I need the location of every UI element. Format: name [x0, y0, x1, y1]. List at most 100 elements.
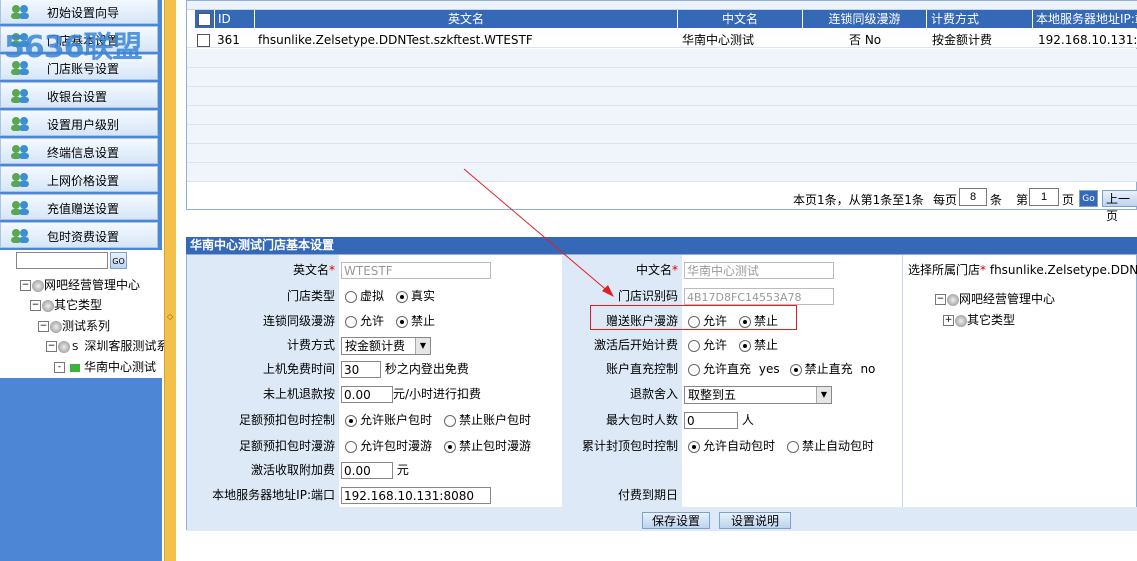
radio-allow-prepaid[interactable]: [345, 414, 357, 427]
globe-icon: [955, 314, 967, 327]
radio-forbid-direct[interactable]: [789, 363, 802, 376]
radio-allow-cap[interactable]: [688, 440, 700, 453]
row-checkbox[interactable]: [197, 34, 210, 47]
per-page-input[interactable]: [959, 188, 987, 206]
cell-roam: 否 No: [849, 33, 882, 47]
prev-page-button[interactable]: 上一页: [1102, 190, 1137, 223]
cell-chinese: 华南中心测试: [682, 33, 755, 47]
chinese-name-input[interactable]: 华南中心测试: [684, 262, 834, 279]
page-go-button[interactable]: Go: [1079, 190, 1098, 207]
tree-node-selected[interactable]: - 华南中心测试: [54, 358, 156, 375]
tree-node[interactable]: − 测试系列: [38, 317, 110, 334]
radio-virtual[interactable]: [345, 290, 357, 303]
form-title: 华南中心测试门店基本设置: [186, 237, 1137, 254]
collapse-icon[interactable]: −: [935, 294, 946, 305]
col-header-id[interactable]: ID: [215, 10, 255, 28]
select-all-header[interactable]: [195, 10, 215, 28]
sidebar-item-user-level[interactable]: 设置用户级别: [0, 110, 158, 136]
radio-forbid-prepaid[interactable]: [444, 414, 457, 427]
prepaid-roam-radio[interactable]: 允许包时漫游 禁止包时漫游: [341, 434, 532, 458]
col-header-chinese[interactable]: 中文名: [678, 10, 803, 28]
help-button[interactable]: 设置说明: [719, 512, 791, 529]
store-code-input[interactable]: 4B17D8FC14553A78: [684, 288, 834, 305]
radio-allow[interactable]: [688, 339, 700, 352]
rounding-select[interactable]: 取整到五 ▼: [684, 385, 832, 404]
store-tree: GO − 网吧经营管理中心 − 其它类型 − 测试系列 − S 深圳客服测试系 - 华南中心…: [0, 250, 168, 378]
surcharge-input[interactable]: 0.00: [341, 462, 393, 479]
refund-suffix: 元/小时进行扣费: [393, 387, 482, 401]
billing-select[interactable]: 按金额计费 ▼: [341, 336, 431, 355]
radio-forbid-cap[interactable]: [787, 440, 800, 453]
globe-icon: [58, 340, 70, 353]
empty-row: [187, 68, 1137, 87]
prepaid-roam-label: 足额预扣包时漫游: [187, 434, 339, 458]
store-type-radio[interactable]: 虚拟 真实: [341, 284, 436, 308]
sidebar-item-recharge-gift[interactable]: 充值赠送设置: [0, 194, 158, 220]
free-time-input[interactable]: 30: [341, 361, 381, 378]
radio-allow-direct[interactable]: [688, 363, 700, 376]
roam-radio[interactable]: 允许 禁止: [341, 309, 436, 333]
activate-radio[interactable]: 允许 禁止: [684, 333, 779, 357]
pager-summary: 本页1条，从第1条至1条: [793, 193, 924, 207]
collapse-icon[interactable]: −: [30, 300, 41, 311]
server-input[interactable]: 192.168.10.131:8080: [341, 487, 491, 504]
dropdown-arrow-icon[interactable]: ▼: [816, 386, 831, 403]
prepaid-ctrl-radio[interactable]: 允许账户包时 禁止账户包时: [341, 408, 532, 432]
row-checkbox-cell[interactable]: [197, 31, 210, 49]
store-select-value: fhsunlike.Zelsetype.DDNTest.: [989, 263, 1137, 277]
dropdown-arrow-icon[interactable]: ▼: [415, 337, 430, 354]
roam-label: 连锁同级漫游: [187, 309, 339, 333]
billing-label: 计费方式: [187, 333, 339, 357]
tree-node[interactable]: − 其它类型: [30, 296, 102, 313]
cap-ctrl-radio[interactable]: 允许自动包时 禁止自动包时: [684, 434, 875, 458]
direct-charge-radio[interactable]: 允许直充 yes 禁止直充 no: [684, 357, 876, 381]
annotation-highlight-box: [590, 305, 797, 330]
store-tree-node[interactable]: + 其它类型: [943, 311, 1015, 328]
select-all-checkbox[interactable]: [198, 13, 211, 26]
splitter-gap: [176, 0, 184, 561]
sidebar-item-cashier[interactable]: 收银台设置: [0, 82, 158, 108]
server-label: 本地服务器地址IP:端口: [187, 483, 339, 507]
empty-row: [187, 163, 1137, 182]
collapse-icon[interactable]: -: [54, 362, 65, 373]
refund-input[interactable]: 0.00: [341, 386, 393, 403]
tree-node[interactable]: − S 深圳客服测试系: [46, 337, 168, 354]
store-icon: [70, 363, 80, 372]
radio-allow-prepaid-roam[interactable]: [345, 440, 357, 453]
max-people-input[interactable]: 0: [684, 412, 738, 429]
globe-icon: [50, 320, 62, 333]
collapse-icon[interactable]: −: [38, 321, 49, 332]
column-divider: [902, 255, 903, 507]
prepaid-ctrl-label: 足额预扣包时控制: [187, 408, 339, 432]
expand-icon[interactable]: +: [943, 315, 954, 326]
sidebar-item-label: 包时资费设置: [47, 230, 120, 244]
pager-unit: 条: [990, 193, 1003, 207]
col-header-billing[interactable]: 计费方式: [927, 10, 1033, 28]
grid-search-bar: [187, 1, 1137, 10]
collapse-icon[interactable]: −: [20, 280, 31, 291]
radio-forbid[interactable]: [396, 315, 409, 328]
sidebar-item-terminal[interactable]: 终端信息设置: [0, 138, 158, 164]
activate-label: 激活后开始计费: [562, 333, 682, 357]
globe-icon: [42, 299, 54, 312]
tree-search-input[interactable]: [16, 252, 108, 269]
radio-real[interactable]: [396, 290, 409, 303]
sidebar-item-price[interactable]: 上网价格设置: [0, 166, 158, 192]
save-button[interactable]: 保存设置: [642, 512, 710, 529]
radio-forbid-prepaid-roam[interactable]: [444, 440, 457, 453]
col-header-server[interactable]: 本地服务器地址IP:端口: [1033, 10, 1137, 28]
sidebar-item-setup-wizard[interactable]: 初始设置向导: [0, 0, 158, 24]
col-header-roam[interactable]: 连锁同级漫游: [803, 10, 927, 28]
radio-forbid[interactable]: [739, 339, 752, 352]
store-grid: ID 英文名 中文名 连锁同级漫游 计费方式 本地服务器地址IP:端口 361 …: [186, 0, 1137, 223]
collapse-icon[interactable]: −: [46, 341, 57, 352]
col-header-english[interactable]: 英文名: [255, 10, 678, 28]
store-settings-form: 英文名* WTESTF 中文名* 华南中心测试 门店类型 虚拟 真实 门店识别码 …: [186, 254, 1137, 531]
store-tree-node[interactable]: − 网吧经营管理中心: [935, 290, 1055, 307]
page-input[interactable]: [1029, 188, 1059, 206]
tree-node[interactable]: − 网吧经营管理中心: [20, 276, 140, 293]
sidebar-item-package[interactable]: 包时资费设置: [0, 222, 158, 248]
collapse-arrow-icon[interactable]: ◇: [167, 312, 174, 321]
tree-go-button[interactable]: GO: [110, 252, 127, 269]
radio-allow[interactable]: [345, 315, 357, 328]
